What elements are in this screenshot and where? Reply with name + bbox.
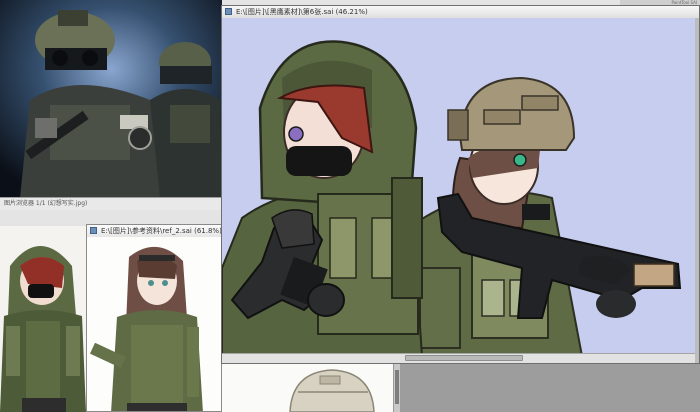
window-icon	[90, 227, 97, 234]
thumbnail-canvas[interactable]	[0, 226, 87, 412]
helmet-sketch	[289, 369, 375, 412]
window-icon	[225, 8, 232, 15]
brown-hair-girl-sketch	[89, 246, 203, 411]
helmet-reference-canvas[interactable]	[222, 364, 393, 412]
soldier-photo	[0, 0, 222, 198]
reference-sketch-window[interactable]: E:\[图片]\参考资料\ref_2.sai (61.8%)	[86, 224, 222, 412]
photo-status-bar: 图片浏览器 1/1 (幻想写实.jpg)	[0, 197, 222, 210]
main-canvas-window[interactable]: E:\[图片]\[黑鹰素材]\第6张.sai (46.21%)	[221, 5, 700, 364]
reference-vertical-scrollbar[interactable]	[393, 364, 400, 412]
hooded-girl-thumbnail	[0, 246, 86, 412]
character-thumbnail-window[interactable]	[0, 226, 87, 412]
soldier-girls-illustration	[222, 18, 695, 354]
photo-reference-window[interactable]: 图片浏览器 1/1 (幻想写实.jpg)	[0, 0, 222, 210]
main-window-title: E:\[图片]\[黑鹰素材]\第6张.sai (46.21%)	[236, 8, 368, 16]
main-vertical-scrollbar[interactable]	[695, 18, 699, 363]
main-scroll-thumb[interactable]	[405, 355, 523, 361]
reference-window-title: E:\[图片]\参考资料\ref_2.sai (61.8%)	[101, 227, 221, 235]
workspace-empty-area	[400, 364, 700, 412]
main-drawing-canvas[interactable]	[222, 18, 695, 354]
reference-canvas[interactable]	[87, 237, 221, 411]
photo-canvas[interactable]	[0, 0, 222, 198]
scroll-thumb[interactable]	[395, 370, 399, 404]
main-horizontal-scrollbar[interactable]	[222, 353, 695, 363]
